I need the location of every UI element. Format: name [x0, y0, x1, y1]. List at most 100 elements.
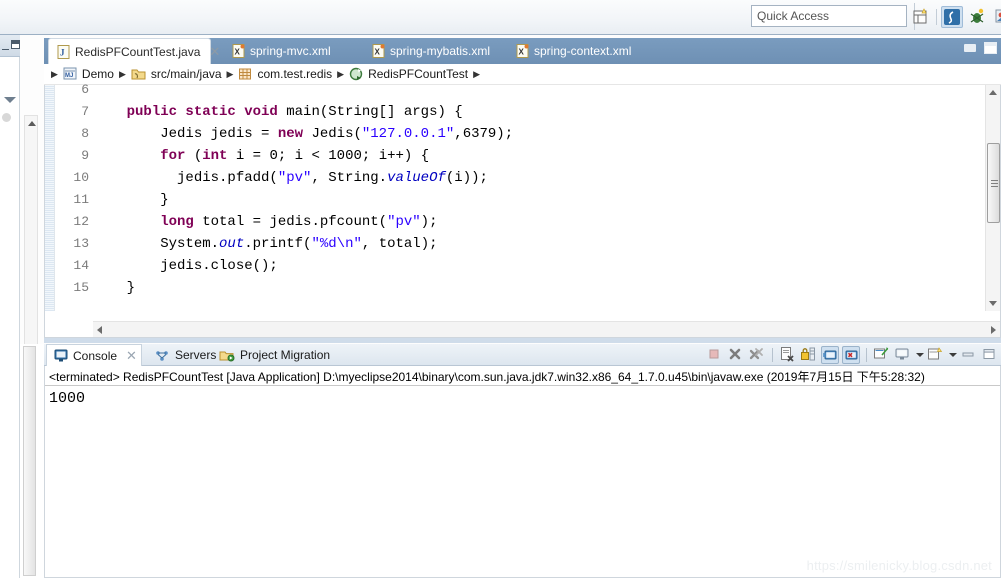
- java-perspective-icon[interactable]: [941, 6, 963, 28]
- code-token: total = jedis.pfcount(: [193, 214, 388, 230]
- code-token: "pv": [277, 170, 312, 186]
- scroll-right-icon[interactable]: [991, 326, 996, 334]
- scroll-down-icon[interactable]: [989, 301, 997, 306]
- line-number: 7: [55, 101, 102, 123]
- code-token: "%d\n": [311, 236, 362, 252]
- scroll-up-icon[interactable]: [28, 121, 36, 126]
- svg-text:X: X: [519, 48, 525, 57]
- console-output-text: 1000: [49, 390, 86, 407]
- svg-text:J: J: [60, 47, 65, 57]
- breadcrumb-label: com.test.redis: [257, 67, 333, 81]
- view-tab-project-migration[interactable]: Project Migration: [212, 344, 337, 366]
- code-line: public static void main(String[] args) {: [93, 101, 463, 123]
- breadcrumb-chevron-right-icon[interactable]: ▶: [334, 69, 347, 80]
- console-toolbar: [706, 345, 999, 365]
- code-line: System.out.printf("%d\n", total);: [93, 233, 437, 255]
- code-line: jedis.pfadd("pv", String.valueOf(i));: [93, 167, 488, 189]
- quick-access-input[interactable]: [751, 5, 907, 27]
- watermark: https://smilenicky.blog.csdn.net: [806, 558, 992, 573]
- new-wizard-icon[interactable]: [910, 6, 932, 28]
- xml-file-icon: X: [516, 44, 529, 58]
- xml-file-icon: X: [372, 44, 385, 58]
- project-migration-icon: [219, 349, 235, 362]
- view-stub-icon[interactable]: [2, 113, 11, 122]
- display-selected-console-icon[interactable]: [894, 346, 912, 364]
- maximize-icon[interactable]: [984, 42, 997, 54]
- terminate-icon: [706, 346, 724, 364]
- show-console-on-error-icon[interactable]: [842, 346, 860, 364]
- console-tab-bar: Console ✕ Servers Project Migration: [44, 344, 1001, 366]
- breadcrumb-item-source-folder[interactable]: src/main/java: [131, 67, 222, 81]
- chevron-down-icon[interactable]: [949, 353, 957, 357]
- clear-console-icon[interactable]: [779, 346, 797, 364]
- scroll-left-icon[interactable]: [97, 326, 102, 334]
- remove-launch-icon[interactable]: [727, 346, 745, 364]
- breadcrumb-chevron-right-icon[interactable]: ▶: [116, 69, 129, 80]
- code-token: i = 0; i < 1000; i++) {: [227, 148, 430, 164]
- breadcrumb: ▶ MJ Demo ▶ src/main/java ▶ com.test.red…: [44, 64, 1001, 85]
- part-sash[interactable]: [44, 338, 1001, 343]
- view-tab-console[interactable]: Console ✕: [46, 344, 142, 366]
- line-number: 10: [73, 170, 89, 185]
- collapsed-view-stack[interactable]: [0, 35, 20, 578]
- editor-tab-spring-context[interactable]: X spring-context.xml: [508, 38, 639, 64]
- editor-tab-label: RedisPFCountTest.java: [75, 44, 201, 59]
- minimize-icon[interactable]: [964, 44, 976, 52]
- left-rail-scrollbar[interactable]: [23, 346, 36, 576]
- close-icon[interactable]: ✕: [209, 45, 220, 58]
- breadcrumb-chevron-right-icon[interactable]: ▶: [470, 69, 483, 80]
- editor-horizontal-scrollbar[interactable]: [93, 321, 1000, 337]
- collapsed-view-header: [0, 35, 20, 57]
- remove-all-launches-icon[interactable]: [748, 346, 766, 364]
- restore-icon[interactable]: [2, 43, 9, 50]
- editor-area: J RedisPFCountTest.java ✕ X spring-mvc.x…: [44, 38, 1001, 338]
- java-file-icon: J: [57, 44, 70, 59]
- code-token: jedis.pfadd(: [93, 170, 278, 186]
- launch-description: <terminated> RedisPFCountTest [Java Appl…: [49, 370, 925, 384]
- pin-console-icon[interactable]: [873, 346, 891, 364]
- code-token: int: [202, 148, 228, 164]
- breadcrumb-chevron-right-icon[interactable]: ▶: [48, 69, 61, 80]
- code-token: public static void: [126, 104, 278, 120]
- breadcrumb-item-package[interactable]: com.test.redis: [238, 67, 332, 81]
- scroll-up-icon[interactable]: [989, 90, 997, 95]
- console-divider: [45, 385, 1000, 386]
- code-token: (: [185, 148, 203, 164]
- debug-perspective-icon[interactable]: [967, 6, 989, 28]
- annotation-ruler[interactable]: [45, 85, 55, 311]
- line-number: 14: [73, 258, 89, 273]
- minimize-icon[interactable]: [960, 346, 978, 364]
- console-toolbar-separator: [772, 348, 773, 362]
- show-console-on-output-icon[interactable]: [821, 346, 839, 364]
- scrollbar-thumb[interactable]: [987, 143, 1000, 223]
- class-runnable-icon: [349, 67, 364, 81]
- myeclipse-perspective-icon[interactable]: [993, 6, 1001, 28]
- editor-vertical-scrollbar[interactable]: [985, 85, 1000, 311]
- open-console-icon[interactable]: [927, 346, 945, 364]
- editor-tab-label: spring-mybatis.xml: [390, 44, 491, 58]
- view-menu-chevron-down-icon[interactable]: [4, 97, 16, 103]
- breadcrumb-item-class[interactable]: RedisPFCountTest: [349, 67, 468, 81]
- source-editor[interactable]: 6 7 8 9 10 11 12 13 14 15 public static void main…: [44, 82, 1001, 338]
- chevron-down-icon[interactable]: [916, 353, 924, 357]
- scroll-lock-icon[interactable]: [800, 346, 818, 364]
- breadcrumb-chevron-right-icon[interactable]: ▶: [224, 69, 237, 80]
- code-token: "127.0.0.1": [361, 126, 455, 142]
- editor-tab-spring-mybatis[interactable]: X spring-mybatis.xml: [364, 38, 498, 64]
- editor-tab-redispfcounttest[interactable]: J RedisPFCountTest.java ✕: [48, 38, 220, 64]
- maximize-icon[interactable]: [11, 40, 20, 49]
- line-number: 15: [73, 280, 89, 295]
- quick-access-wrap: [751, 5, 907, 27]
- main-toolbar: [0, 0, 1001, 35]
- breadcrumb-label: RedisPFCountTest: [368, 67, 469, 81]
- code-line: jedis.close();: [93, 255, 278, 277]
- console-output-area[interactable]: <terminated> RedisPFCountTest [Java Appl…: [44, 366, 1001, 578]
- code-line: }: [93, 277, 135, 299]
- editor-tab-bar: J RedisPFCountTest.java ✕ X spring-mvc.x…: [44, 38, 1001, 64]
- code-text[interactable]: public static void main(String[] args) {…: [93, 85, 984, 311]
- close-icon[interactable]: ✕: [126, 349, 137, 362]
- maximize-icon[interactable]: [981, 346, 999, 364]
- code-token: ,6379);: [454, 126, 514, 142]
- editor-tab-spring-mvc[interactable]: X spring-mvc.xml: [224, 38, 339, 64]
